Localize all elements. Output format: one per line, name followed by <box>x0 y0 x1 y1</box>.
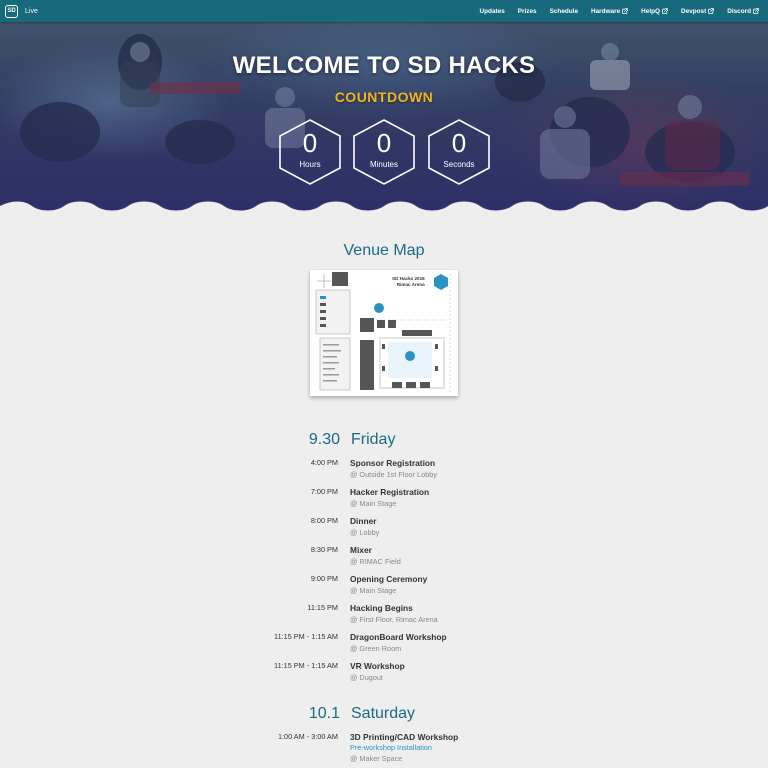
event-location: @ RIMAC Field <box>350 557 401 566</box>
nav-link-devpost[interactable]: Devpost <box>681 8 714 15</box>
brand-label: Live <box>25 7 38 15</box>
map-caption: SD Hacks 2016 Rimac Arena <box>392 276 425 288</box>
nav-link-label: Discord <box>727 7 751 15</box>
schedule-event: 9:00 PM Opening Ceremony @ Main Stage <box>0 574 768 602</box>
event-location: @ Lobby <box>350 528 380 537</box>
event-name: Hacking Begins <box>350 603 413 613</box>
venue-map-drawing <box>310 270 458 396</box>
schedule-date: 10.1 <box>308 705 340 722</box>
nav-link-updates[interactable]: Updates <box>480 8 505 15</box>
external-link-icon <box>753 8 759 14</box>
schedule-event: 4:00 PM Sponsor Registration @ Outside 1… <box>0 458 768 486</box>
event-location: @ Main Stage <box>350 499 397 508</box>
event-name: Mixer <box>350 545 372 555</box>
countdown-minutes: 0 Minutes <box>351 118 417 186</box>
external-link-icon <box>708 8 714 14</box>
event-name: Hacker Registration <box>350 487 430 497</box>
nav-link-label: Schedule <box>549 7 579 15</box>
event-location: @ First Floor, Rimac Arena <box>350 615 438 624</box>
schedule-event: 1:00 AM - 3:00 AM 3D Printing/CAD Worksh… <box>0 732 768 766</box>
event-time: 8:30 PM <box>310 545 338 554</box>
event-time: 1:00 AM - 3:00 AM <box>277 732 338 741</box>
schedule-day-header: 9.30 Friday <box>0 431 768 451</box>
countdown-value: 0 <box>451 128 467 158</box>
nav-link-hardware[interactable]: Hardware <box>591 8 628 15</box>
countdown-hours: 0 Hours <box>277 118 343 186</box>
external-link-icon <box>662 8 668 14</box>
schedule-date: 9.30 <box>308 431 340 448</box>
external-link-icon <box>622 8 628 14</box>
venue-map-title: Venue Map <box>343 242 425 259</box>
schedule-event: 11:15 PM - 1:15 AM DragonBoard Workshop … <box>0 632 768 660</box>
event-time: 11:15 PM - 1:15 AM <box>274 661 338 670</box>
event-time: 9:00 PM <box>310 574 338 583</box>
schedule-event: 11:15 PM Hacking Begins @ First Floor, R… <box>0 603 768 631</box>
hero-title: WELCOME TO SD HACKS <box>232 52 536 79</box>
brand[interactable]: SD Live <box>5 4 38 18</box>
countdown-seconds: 0 Seconds <box>426 118 492 186</box>
countdown-label: Seconds <box>443 160 475 169</box>
top-navbar: SD Live Updates Prizes Schedule Hardware… <box>0 0 768 22</box>
event-location: @ Dugout <box>350 673 383 682</box>
venue-map-image[interactable]: SD Hacks 2016 Rimac Arena <box>310 270 458 396</box>
schedule-event: 8:00 PM Dinner @ Lobby <box>0 516 768 544</box>
schedule-event: 7:00 PM Hacker Registration @ Main Stage <box>0 487 768 515</box>
nav-link-label: Hardware <box>591 7 621 15</box>
nav-link-label: HelpQ <box>641 7 660 15</box>
event-location: @ Maker Space <box>350 754 403 763</box>
pre-workshop-installation-link[interactable]: Pre-workshop Installation <box>350 743 432 752</box>
schedule-event: 11:15 PM - 1:15 AM VR Workshop @ Dugout <box>0 661 768 689</box>
nav-link-schedule[interactable]: Schedule <box>550 8 578 15</box>
schedule-day: Friday <box>351 431 396 448</box>
event-time: 8:00 PM <box>310 516 338 525</box>
event-name: DragonBoard Workshop <box>350 632 447 642</box>
event-location: @ Main Stage <box>350 586 397 595</box>
event-name: Sponsor Registration <box>350 458 436 468</box>
hero-banner: WELCOME TO SD HACKS COUNTDOWN 0 Hours 0 … <box>0 22 768 220</box>
event-name: Opening Ceremony <box>350 574 428 584</box>
countdown-heading: COUNTDOWN <box>334 89 434 105</box>
map-caption-subtitle: Rimac Arena <box>396 282 425 287</box>
schedule-day: Saturday <box>351 705 416 722</box>
event-time: 4:00 PM <box>310 458 338 467</box>
nav-link-discord[interactable]: Discord <box>727 8 759 15</box>
event-time: 11:15 PM - 1:15 AM <box>274 632 338 641</box>
nav-link-label: Prizes <box>517 7 537 15</box>
countdown-value: 0 <box>376 128 392 158</box>
nav-link-prizes[interactable]: Prizes <box>518 8 537 15</box>
event-time: 7:00 PM <box>310 487 338 496</box>
nav-link-label: Updates <box>479 7 505 15</box>
sd-logo-icon: SD <box>5 4 18 18</box>
schedule-day-header: 10.1 Saturday <box>0 705 768 725</box>
event-location: @ Outside 1st Floor Lobby <box>350 470 437 479</box>
event-name: Dinner <box>350 516 377 526</box>
countdown-label: Hours <box>299 160 321 169</box>
nav-links: Updates Prizes Schedule Hardware HelpQ D… <box>467 8 759 15</box>
zigzag-divider <box>0 201 768 220</box>
countdown-label: Minutes <box>369 160 398 169</box>
event-name: 3D Printing/CAD Workshop <box>350 732 459 742</box>
event-name: VR Workshop <box>350 661 405 671</box>
event-location: @ Green Room <box>350 644 402 653</box>
event-time: 11:15 PM <box>307 603 338 612</box>
nav-link-label: Devpost <box>680 7 707 15</box>
countdown-value: 0 <box>302 128 318 158</box>
nav-link-helpq[interactable]: HelpQ <box>641 8 668 15</box>
schedule-event: 8:30 PM Mixer @ RIMAC Field <box>0 545 768 573</box>
